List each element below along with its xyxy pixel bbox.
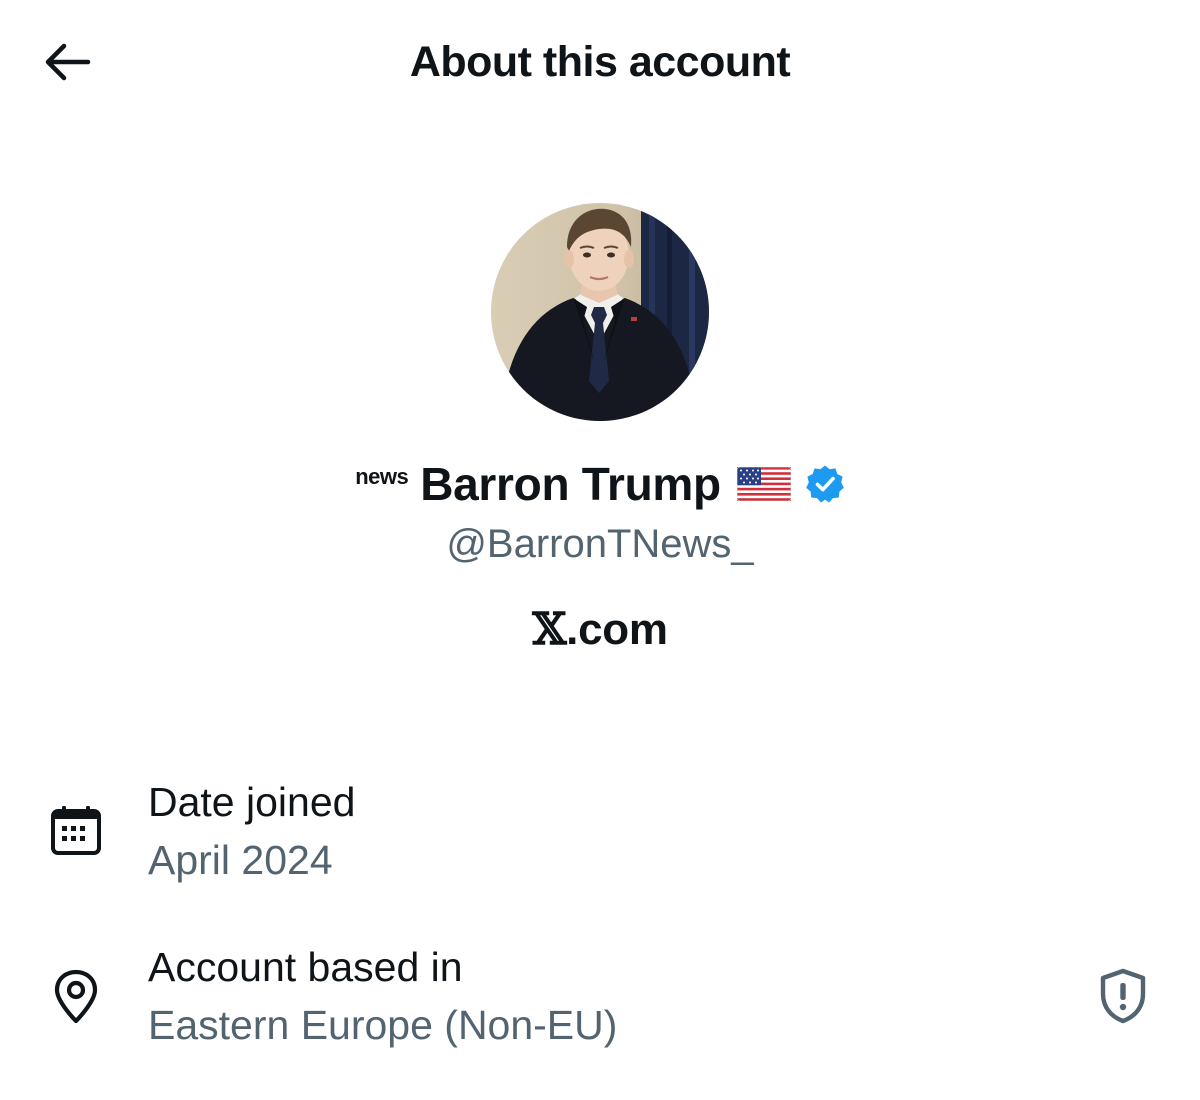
page-title: About this account	[409, 38, 791, 86]
platform-suffix: .com	[566, 605, 668, 654]
account-based-in-value: Eastern Europe (Non-EU)	[148, 1002, 618, 1048]
date-joined-value: April 2024	[148, 837, 333, 883]
shield-alert-button[interactable]	[1090, 963, 1156, 1029]
calendar-icon	[44, 798, 108, 862]
top-bar: About this account	[0, 0, 1200, 125]
platform-label: 𝕏.com	[0, 600, 1200, 660]
avatar[interactable]	[491, 203, 709, 421]
date-joined-label: Date joined	[148, 779, 356, 825]
profile-name-row: news Barron Trump	[0, 452, 1200, 516]
verified-badge-icon[interactable]	[805, 464, 845, 504]
location-pin-icon	[44, 965, 108, 1029]
shield-alert-icon	[1100, 968, 1146, 1024]
date-joined-row: Date joined April 2024	[0, 770, 1200, 890]
profile-handle: @BarronTNews_	[446, 522, 754, 566]
display-name: Barron Trump	[420, 458, 721, 510]
x-logo-icon: 𝕏	[532, 604, 567, 655]
account-location-row: Account based in Eastern Europe (Non-EU)	[0, 935, 1200, 1055]
account-based-in-label: Account based in	[148, 944, 463, 990]
affiliate-badge[interactable]: news	[355, 464, 409, 490]
us-flag-icon	[736, 466, 792, 502]
